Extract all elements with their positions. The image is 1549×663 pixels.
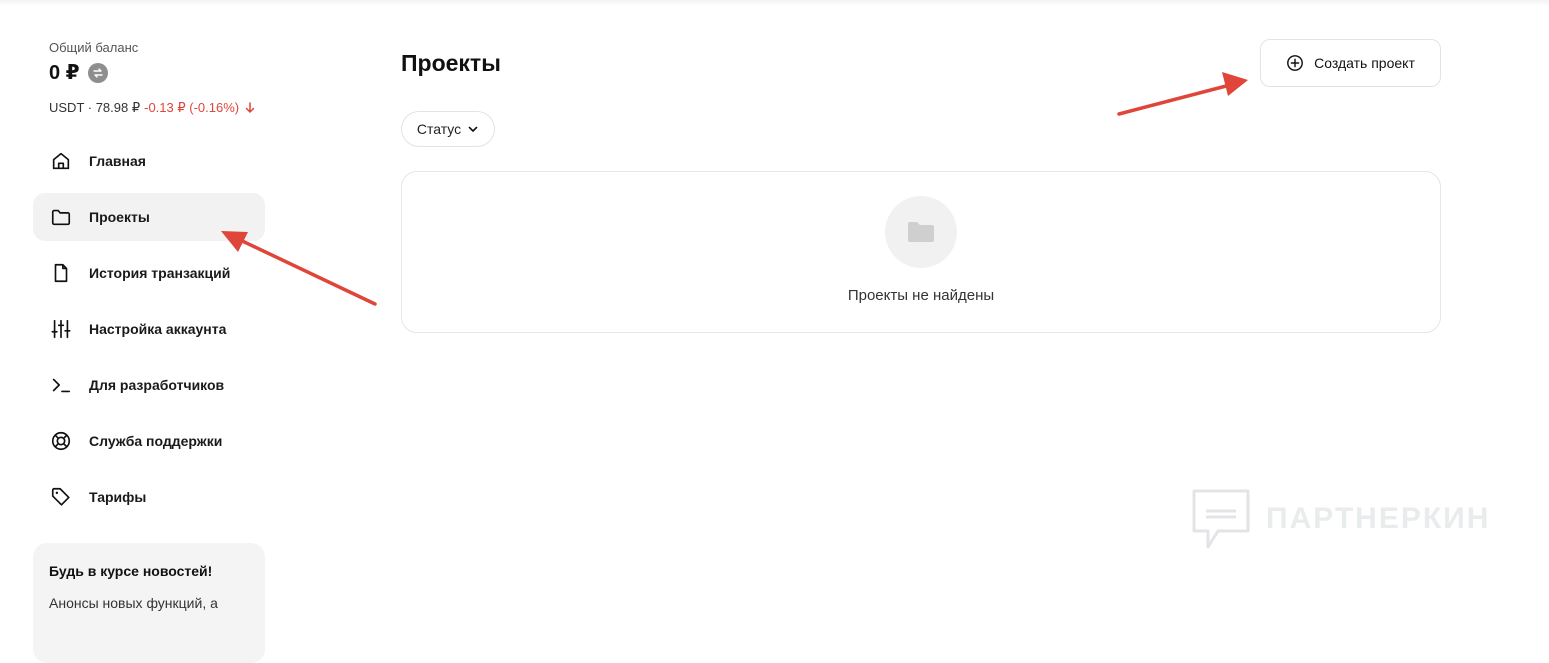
home-icon (49, 149, 73, 173)
chevron-down-icon (467, 123, 479, 135)
chat-logo-icon (1190, 487, 1252, 551)
news-text: Анонсы новых функций, а (49, 595, 218, 611)
sidebar-item-developers[interactable]: Для разработчиков (33, 361, 265, 409)
news-title: Будь в курсе новостей! (49, 563, 213, 579)
exchange-rate: USDT · 78.98 ₽ -0.13 ₽ (-0.16%) (49, 100, 255, 116)
balance-row: 0 ₽ (49, 60, 108, 85)
watermark: ПАРТНЕРКИН (1190, 487, 1490, 551)
sidebar-item-label: Настройка аккаунта (89, 321, 227, 337)
sliders-icon (49, 317, 73, 341)
sidebar-item-transactions[interactable]: История транзакций (33, 249, 265, 297)
arrow-to-create-button (1117, 72, 1248, 116)
rate-change: -0.13 ₽ (-0.16%) (144, 100, 240, 115)
terminal-icon (49, 373, 73, 397)
sidebar-item-support[interactable]: Служба поддержки (33, 417, 265, 465)
balance-value: 0 ₽ (49, 62, 80, 84)
lifebuoy-icon (49, 429, 73, 453)
page-title: Проекты (401, 50, 501, 76)
document-icon (49, 261, 73, 285)
status-filter-dropdown[interactable]: Статус (401, 111, 495, 147)
sidebar-item-label: Тарифы (89, 489, 147, 505)
folder-icon (49, 205, 73, 229)
rate-value: USDT · 78.98 ₽ (49, 100, 141, 115)
arrow-down-icon (245, 102, 255, 114)
balance-label: Общий баланс (49, 40, 139, 55)
tag-icon (49, 485, 73, 509)
plus-circle-icon (1286, 54, 1304, 72)
projects-empty-state: Проекты не найдены (401, 171, 1441, 333)
status-filter-label: Статус (416, 121, 462, 137)
empty-state-text: Проекты не найдены (847, 287, 995, 304)
sidebar: Общий баланс 0 ₽ USDT · 78.98 ₽ -0.13 ₽ … (33, 0, 265, 663)
sidebar-item-label: Главная (89, 153, 146, 169)
empty-folder-badge (885, 196, 957, 268)
folder-icon (907, 220, 935, 244)
sidebar-item-label: Для разработчиков (89, 377, 225, 393)
sidebar-item-tariffs[interactable]: Тарифы (33, 473, 265, 521)
watermark-text: ПАРТНЕРКИН (1266, 502, 1491, 535)
currency-swap-icon[interactable] (87, 62, 108, 83)
sidebar-item-account-settings[interactable]: Настройка аккаунта (33, 305, 265, 353)
sidebar-item-label: Служба поддержки (89, 433, 223, 449)
sidebar-item-label: Проекты (89, 209, 150, 225)
sidebar-item-label: История транзакций (89, 265, 231, 281)
news-card[interactable]: Будь в курсе новостей! Анонсы новых функ… (33, 543, 265, 663)
sidebar-nav: Главная Проекты История транзакций Настр… (33, 137, 265, 529)
sidebar-item-projects[interactable]: Проекты (33, 193, 265, 241)
sidebar-item-home[interactable]: Главная (33, 137, 265, 185)
create-project-button[interactable]: Создать проект (1260, 39, 1441, 87)
create-project-label: Создать проект (1314, 55, 1415, 71)
